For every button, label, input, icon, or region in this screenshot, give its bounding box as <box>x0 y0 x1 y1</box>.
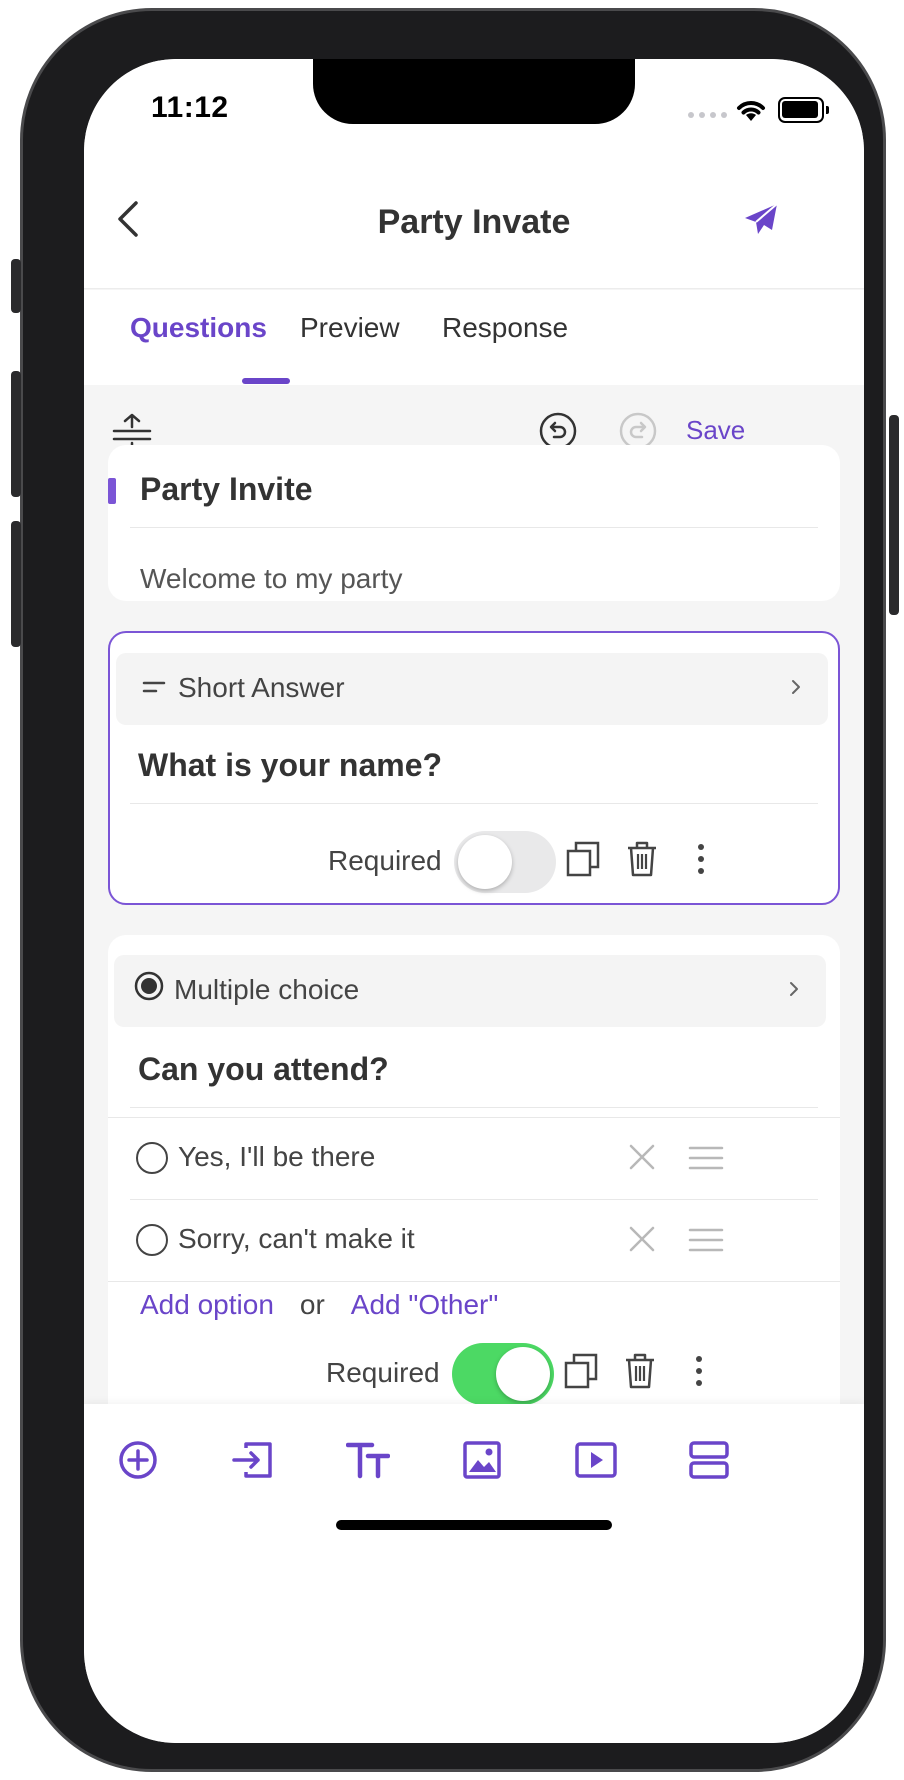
trash-icon[interactable] <box>626 841 658 877</box>
question-title[interactable]: Can you attend? <box>138 1051 389 1088</box>
form-description[interactable]: Welcome to my party <box>140 563 402 595</box>
required-row: Required <box>108 1339 840 1409</box>
tab-response[interactable]: Response <box>442 312 568 344</box>
chevron-right-icon <box>790 982 798 996</box>
form-header-card: Party Invite Welcome to my party <box>108 445 840 601</box>
required-row: Required <box>110 827 842 897</box>
divider <box>130 1107 818 1108</box>
add-option-row: Add option or Add "Other" <box>140 1289 498 1321</box>
required-toggle[interactable] <box>454 831 556 893</box>
question-card-multiple-choice[interactable]: Multiple choice Can you attend? Yes, I'l… <box>108 935 840 1421</box>
add-other-link[interactable]: Add "Other" <box>351 1289 499 1320</box>
mute-switch <box>11 259 21 313</box>
question-title[interactable]: What is your name? <box>138 747 442 784</box>
question-type-selector[interactable]: Multiple choice <box>114 955 826 1027</box>
tab-bar: Questions Preview Response <box>84 290 864 385</box>
bottom-toolbar <box>84 1404 864 1743</box>
radio-icon <box>136 1224 168 1256</box>
short-answer-icon <box>142 681 166 693</box>
app-screen: 11:12 Party Invate Questions Preview Res… <box>84 59 864 1743</box>
option-label[interactable]: Sorry, can't make it <box>178 1223 415 1255</box>
volume-up-button <box>11 371 21 497</box>
chevron-right-icon <box>792 680 800 694</box>
tab-questions[interactable]: Questions <box>130 312 267 344</box>
add-question-icon[interactable] <box>118 1440 158 1480</box>
option-row: Yes, I'll be there <box>108 1117 840 1199</box>
home-indicator[interactable] <box>336 1520 612 1530</box>
remove-option-icon[interactable] <box>628 1143 656 1171</box>
trash-icon[interactable] <box>624 1353 656 1389</box>
form-title[interactable]: Party Invite <box>140 471 313 508</box>
power-button <box>889 415 899 615</box>
signal-icon <box>688 112 727 118</box>
video-icon[interactable] <box>574 1440 618 1480</box>
remove-option-icon[interactable] <box>628 1225 656 1253</box>
radio-selected-icon <box>134 971 164 1001</box>
radio-icon <box>136 1142 168 1174</box>
nav-bar: Party Invate <box>84 169 864 289</box>
wifi-icon <box>737 101 765 121</box>
question-card-short-answer[interactable]: Short Answer What is your name? Required <box>108 631 840 905</box>
more-vertical-icon[interactable] <box>696 841 706 877</box>
required-label: Required <box>328 845 442 876</box>
phone-frame: 11:12 Party Invate Questions Preview Res… <box>11 8 899 1772</box>
divider <box>108 1281 840 1282</box>
add-option-link[interactable]: Add option <box>140 1289 274 1320</box>
notch <box>313 59 635 124</box>
drag-handle-icon[interactable] <box>688 1227 724 1253</box>
option-row: Sorry, can't make it <box>108 1199 840 1281</box>
drag-handle-icon[interactable] <box>688 1145 724 1171</box>
paper-plane-icon <box>745 203 778 234</box>
image-icon[interactable] <box>462 1440 502 1480</box>
question-type-label: Short Answer <box>178 672 345 703</box>
send-button[interactable] <box>744 203 778 240</box>
text-format-icon[interactable] <box>346 1440 390 1480</box>
active-tab-indicator <box>242 378 290 384</box>
duplicate-icon[interactable] <box>566 841 600 877</box>
question-type-selector[interactable]: Short Answer <box>116 653 828 725</box>
or-text: or <box>299 1289 325 1320</box>
save-button[interactable]: Save <box>686 415 745 446</box>
section-icon[interactable] <box>688 1440 730 1480</box>
volume-down-button <box>11 521 21 647</box>
import-icon[interactable] <box>232 1440 274 1480</box>
option-label[interactable]: Yes, I'll be there <box>178 1141 375 1173</box>
duplicate-icon[interactable] <box>564 1353 598 1389</box>
divider <box>130 527 818 528</box>
more-vertical-icon[interactable] <box>694 1353 704 1389</box>
title-accent-bar <box>108 478 116 504</box>
question-type-label: Multiple choice <box>174 974 360 1005</box>
required-label: Required <box>326 1357 440 1388</box>
status-time: 11:12 <box>151 91 229 124</box>
required-toggle[interactable] <box>452 1343 554 1405</box>
battery-icon <box>778 97 829 123</box>
divider <box>130 803 818 804</box>
tab-preview[interactable]: Preview <box>300 312 400 344</box>
